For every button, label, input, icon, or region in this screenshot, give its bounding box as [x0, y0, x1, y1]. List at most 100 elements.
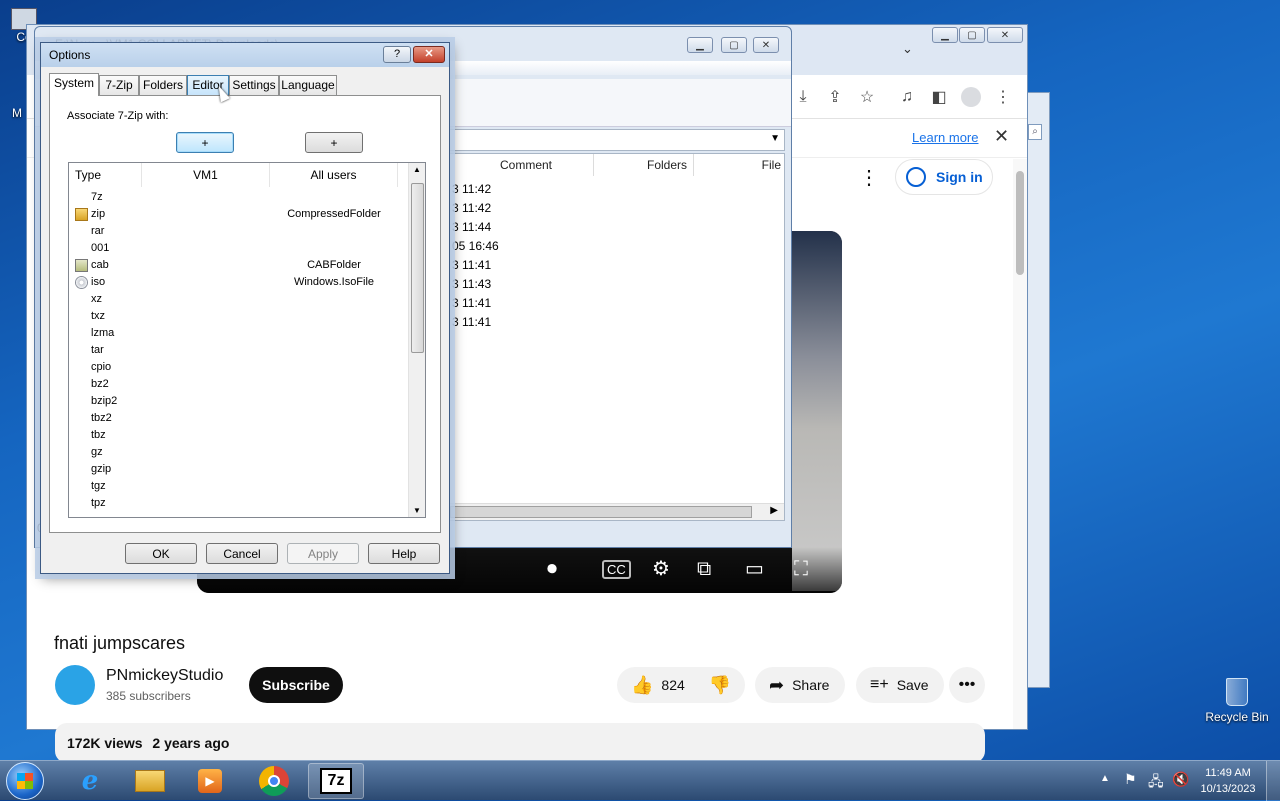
association-row[interactable]: gz	[69, 444, 409, 461]
association-row[interactable]: tbz2	[69, 410, 409, 427]
share-icon[interactable]: ⇪	[823, 85, 847, 109]
learn-more-link[interactable]: Learn more	[912, 130, 978, 145]
association-row[interactable]: tar	[69, 342, 409, 359]
close-button[interactable]: ✕	[753, 37, 779, 53]
miniplayer-icon[interactable]: ⧉	[697, 558, 711, 581]
file-row-date[interactable]: 3 11:41	[452, 258, 491, 272]
tab-folders[interactable]: Folders	[139, 75, 187, 95]
subscribe-button[interactable]: Subscribe	[249, 667, 343, 703]
address-dropdown-icon[interactable]: ▼	[770, 133, 780, 144]
start-button[interactable]	[6, 762, 44, 800]
scroll-right-arrow-icon[interactable]: ▶	[770, 505, 778, 516]
horizontal-scrollbar[interactable]: ▶	[450, 503, 784, 520]
file-row-date[interactable]: 3 11:42	[452, 201, 491, 215]
file-row-date[interactable]: 3 11:41	[452, 296, 491, 310]
file-row-date[interactable]: 3 11:41	[452, 315, 491, 329]
close-button[interactable]: ✕	[413, 46, 445, 63]
apply-button[interactable]: Apply	[287, 543, 359, 564]
association-row[interactable]: tgz	[69, 478, 409, 495]
theater-mode-icon[interactable]: ▭	[745, 556, 764, 581]
association-row[interactable]: rar	[69, 223, 409, 240]
captions-icon[interactable]: CC	[602, 560, 631, 579]
save-button[interactable]: ≡+ Save	[856, 667, 944, 703]
taskbar-file-explorer[interactable]	[122, 763, 178, 799]
desktop-icon-recycle-bin[interactable]: Recycle Bin	[1198, 678, 1276, 724]
association-row[interactable]: zip CompressedFolder	[69, 206, 409, 223]
like-count[interactable]: 824	[661, 677, 684, 693]
fullscreen-icon[interactable]: ⛶	[794, 558, 808, 581]
taskbar-7zip[interactable]: 7z	[308, 763, 364, 799]
dislike-icon[interactable]: 👎	[709, 675, 731, 696]
action-center-flag-icon[interactable]: ⚑	[1124, 771, 1137, 788]
file-row-date[interactable]: 3 11:43	[452, 277, 491, 291]
volume-muted-icon[interactable]: 🔇	[1172, 771, 1189, 788]
taskbar-chrome[interactable]	[246, 763, 302, 799]
autoplay-toggle-icon[interactable]: ⏺	[547, 558, 557, 581]
association-row[interactable]: cab CABFolder	[69, 257, 409, 274]
association-row[interactable]: tbz	[69, 427, 409, 444]
minimize-button[interactable]: ▁	[687, 37, 713, 53]
help-button[interactable]: ?	[383, 46, 411, 63]
channel-avatar[interactable]	[55, 665, 95, 705]
tab-settings[interactable]: Settings	[229, 75, 279, 95]
scroll-thumb[interactable]	[450, 506, 752, 518]
file-row-date[interactable]: 05 16:46	[452, 239, 499, 253]
tab-search-chevron-icon[interactable]: ⌄	[902, 41, 913, 57]
channel-name[interactable]: PNmickeyStudio	[106, 667, 223, 685]
scroll-thumb[interactable]	[1016, 171, 1024, 275]
list-header-vm1[interactable]: VM1	[142, 163, 270, 187]
desktop-icon-partial[interactable]: M	[6, 106, 28, 120]
scroll-thumb[interactable]	[411, 183, 424, 353]
more-actions-button[interactable]: •••	[949, 667, 985, 703]
more-options-icon[interactable]: ⋮	[859, 165, 879, 190]
like-icon[interactable]: 👍	[631, 675, 653, 696]
tab-language[interactable]: Language	[279, 75, 337, 95]
association-row[interactable]: 001	[69, 240, 409, 257]
association-row[interactable]: tpz	[69, 495, 409, 512]
association-row[interactable]: gzip	[69, 461, 409, 478]
share-button[interactable]: ➦ Share	[755, 667, 845, 703]
list-vertical-scrollbar[interactable]: ▲ ▼	[408, 163, 425, 517]
scroll-down-arrow-icon[interactable]: ▼	[413, 506, 421, 515]
sign-in-button[interactable]: Sign in	[895, 159, 993, 195]
association-row[interactable]: lzma	[69, 325, 409, 342]
description-box[interactable]: 172K views 2 years ago	[55, 723, 985, 763]
scroll-up-arrow-icon[interactable]: ▲	[413, 165, 421, 174]
column-header-comment[interactable]: Comment	[494, 154, 594, 176]
association-row[interactable]: bzip2	[69, 393, 409, 410]
show-desktop-button[interactable]	[1266, 761, 1280, 801]
address-bar[interactable]: ▼	[449, 129, 785, 151]
list-header-type[interactable]: Type	[69, 163, 142, 187]
minimize-button[interactable]: ▁	[932, 27, 958, 43]
search-icon[interactable]: ⌕	[1028, 124, 1042, 140]
bookmark-star-icon[interactable]: ☆	[855, 85, 879, 109]
association-row[interactable]: bz2	[69, 376, 409, 393]
association-row[interactable]: txz	[69, 308, 409, 325]
clock[interactable]: 11:49 AM 10/13/2023	[1196, 765, 1260, 797]
maximize-button[interactable]: ▢	[721, 37, 747, 53]
media-icon[interactable]: ♫	[895, 85, 919, 109]
tab-system[interactable]: System	[49, 73, 99, 96]
page-scrollbar[interactable]	[1013, 159, 1027, 729]
associate-all-users-button[interactable]: +	[305, 132, 363, 153]
taskbar-media-player[interactable]: ▶	[182, 763, 238, 799]
profile-avatar-icon[interactable]	[959, 85, 983, 109]
association-row[interactable]: cpio	[69, 359, 409, 376]
network-icon[interactable]: 🖧	[1148, 771, 1164, 795]
column-header-folders[interactable]: Folders	[594, 154, 694, 176]
tab-7zip[interactable]: 7-Zip	[99, 75, 139, 95]
association-row[interactable]: xz	[69, 291, 409, 308]
maximize-button[interactable]: ▢	[959, 27, 985, 43]
menu-kebab-icon[interactable]: ⋮	[991, 85, 1015, 109]
show-hidden-icons-icon[interactable]: ▲	[1100, 773, 1110, 784]
help-button[interactable]: Help	[368, 543, 440, 564]
associate-current-user-button[interactable]: +	[176, 132, 234, 153]
column-header-file[interactable]: File	[694, 154, 784, 176]
list-header-all-users[interactable]: All users	[270, 163, 398, 187]
infobar-close-icon[interactable]: ✕	[994, 126, 1009, 147]
download-icon[interactable]: ⤓	[791, 85, 815, 109]
file-row-date[interactable]: 3 11:44	[452, 220, 491, 234]
file-row-date[interactable]: 3 11:42	[452, 182, 491, 196]
side-panel-icon[interactable]: ◧	[927, 85, 951, 109]
association-row[interactable]: iso Windows.IsoFile	[69, 274, 409, 291]
